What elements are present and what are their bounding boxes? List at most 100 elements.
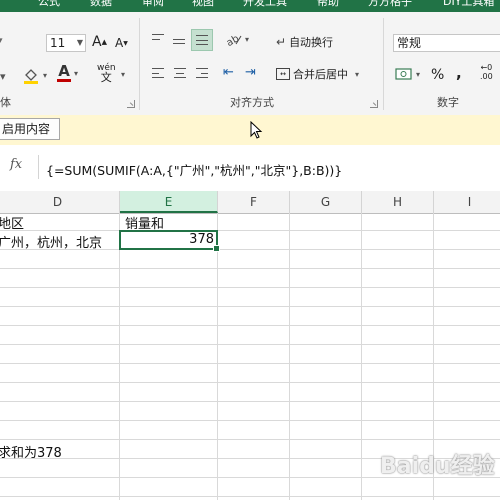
ribbon: ▾ 11 ▼ A ▲ A ▼ ▾ ▾ A ▾ wén 文 ▾ 体 ab ▾ ⇤ ⇥ …	[0, 12, 500, 116]
ribbon-tab-bar: 公式 数据 审阅 视图 开发工具 帮助 方方格子 DIY工具箱	[0, 0, 500, 12]
decrease-indent-icon[interactable]: ⇤	[223, 65, 234, 80]
phonetic-guide-button[interactable]: wén 文	[97, 64, 116, 84]
gridline	[361, 213, 362, 500]
mouse-pointer-icon	[250, 121, 263, 139]
align-center-icon[interactable]	[171, 65, 189, 81]
chevron-down-icon: ▾	[245, 34, 250, 44]
fill-handle[interactable]	[213, 245, 220, 252]
column-header-g[interactable]: G	[290, 191, 362, 213]
insert-function-button[interactable]: fx	[0, 155, 39, 179]
tab-fangfang[interactable]: 方方格子	[368, 0, 412, 9]
gridline	[289, 213, 290, 500]
tab-help[interactable]: 帮助	[317, 0, 339, 9]
font-color-label: A	[57, 62, 71, 82]
font-size-combo[interactable]: 11 ▼	[46, 34, 86, 52]
tab-view[interactable]: 视图	[192, 0, 214, 9]
tab-data[interactable]: 数据	[90, 0, 112, 9]
chevron-down-icon: ▾	[416, 69, 421, 79]
align-right-icon[interactable]	[193, 65, 211, 81]
shrink-font-label: A	[115, 36, 124, 50]
grow-font-label: A	[92, 34, 102, 50]
bottom-align-icon[interactable]	[191, 29, 213, 51]
increase-decimal-icon[interactable]: ←0.00	[480, 64, 493, 81]
column-header-row: D E F G H I	[0, 191, 500, 214]
alignment-dialog-launcher-icon[interactable]	[370, 100, 378, 108]
baidu-watermark: Baidu经验	[380, 454, 495, 479]
tab-developer[interactable]: 开发工具	[243, 0, 287, 9]
increase-font-size-button[interactable]: A ▲	[92, 34, 107, 50]
cell-d2[interactable]: 广州，杭州，北京	[0, 232, 102, 251]
top-align-icon[interactable]	[149, 31, 167, 47]
enable-content-label: 启用内容	[2, 122, 51, 136]
enable-content-button[interactable]: 启用内容	[0, 118, 60, 140]
money-icon	[395, 68, 412, 80]
column-e-label: E	[164, 195, 173, 209]
decimal-arrow-icon: ←0	[480, 63, 493, 72]
border-dropdown-arrow[interactable]: ▾	[0, 70, 6, 83]
font-name-dropdown-arrow[interactable]: ▾	[0, 36, 3, 46]
middle-align-icon[interactable]	[170, 31, 188, 47]
alignment-group-label: 对齐方式	[230, 96, 274, 109]
merge-center-label: 合并后居中	[293, 68, 348, 81]
active-cell-border	[119, 230, 220, 252]
gridline	[0, 363, 500, 364]
gridline	[0, 420, 500, 421]
comma-label: ,	[456, 64, 462, 82]
column-header-f[interactable]: F	[218, 191, 290, 213]
column-header-h[interactable]: H	[362, 191, 434, 213]
cell-d12[interactable]: 求和为378	[0, 442, 62, 461]
gridline	[0, 496, 500, 497]
group-separator	[383, 18, 384, 110]
fill-color-button[interactable]: ▾	[22, 66, 47, 84]
number-format-combo[interactable]: 常规	[393, 34, 500, 52]
chevron-down-icon: ▾	[43, 70, 48, 80]
column-g-label: G	[320, 195, 331, 209]
cell-d1[interactable]: 地区	[0, 213, 24, 232]
merge-cells-icon: ↔	[276, 68, 290, 80]
merge-center-button[interactable]: ↔ 合并后居中 ▾	[276, 66, 359, 82]
text-angle-icon: ab	[226, 33, 242, 46]
paint-bucket-icon	[24, 69, 38, 84]
comma-style-button[interactable]: ,	[456, 64, 462, 82]
font-color-button[interactable]: A ▾	[57, 64, 78, 82]
chevron-down-icon: ▾	[355, 69, 360, 79]
chevron-down-icon: ▾	[74, 68, 79, 78]
wrap-text-button[interactable]: ↵ 自动换行	[276, 34, 333, 50]
number-group-label: 数字	[437, 96, 459, 109]
caret-up-icon: ▲	[101, 38, 107, 46]
orientation-button[interactable]: ab ▾	[226, 32, 249, 46]
formula-bar: fx {=SUM(SUMIF(A:A,{"广州","杭州","北京"},B:B)…	[0, 145, 500, 192]
accounting-format-button[interactable]: ▾	[395, 66, 420, 82]
increase-indent-icon[interactable]: ⇥	[245, 65, 256, 80]
tab-diy-toolbox[interactable]: DIY工具箱	[443, 0, 494, 9]
align-left-icon[interactable]	[149, 65, 167, 81]
group-separator	[139, 18, 140, 110]
phonetic-dropdown-arrow[interactable]: ▾	[121, 70, 125, 79]
fx-label: fx	[10, 157, 23, 172]
tab-formulas[interactable]: 公式	[38, 0, 60, 9]
gridline	[0, 401, 500, 402]
formula-input[interactable]: {=SUM(SUMIF(A:A,{"广州","杭州","北京"},B:B))}	[46, 160, 342, 179]
gridline	[0, 306, 500, 307]
percent-label: %	[431, 67, 445, 83]
wrap-text-label: 自动换行	[289, 36, 334, 49]
column-f-label: F	[250, 195, 257, 209]
column-header-i[interactable]: I	[434, 191, 500, 213]
column-header-d[interactable]: D	[0, 191, 120, 213]
column-header-e[interactable]: E	[120, 191, 218, 213]
font-size-value: 11	[50, 36, 66, 50]
font-dialog-launcher-icon[interactable]	[127, 100, 135, 108]
gridline	[119, 213, 120, 500]
font-group-label: 体	[0, 96, 11, 109]
gridline	[0, 287, 500, 288]
gridline	[0, 230, 500, 231]
number-format-value: 常规	[397, 36, 422, 50]
column-d-label: D	[52, 195, 63, 209]
column-i-label: I	[467, 195, 472, 209]
gridline	[0, 382, 500, 383]
wen-icon: 文	[100, 71, 112, 84]
gridline	[0, 325, 500, 326]
decrease-font-size-button[interactable]: A ▼	[115, 36, 128, 50]
tab-review[interactable]: 审阅	[142, 0, 164, 9]
percent-style-button[interactable]: %	[431, 67, 444, 83]
